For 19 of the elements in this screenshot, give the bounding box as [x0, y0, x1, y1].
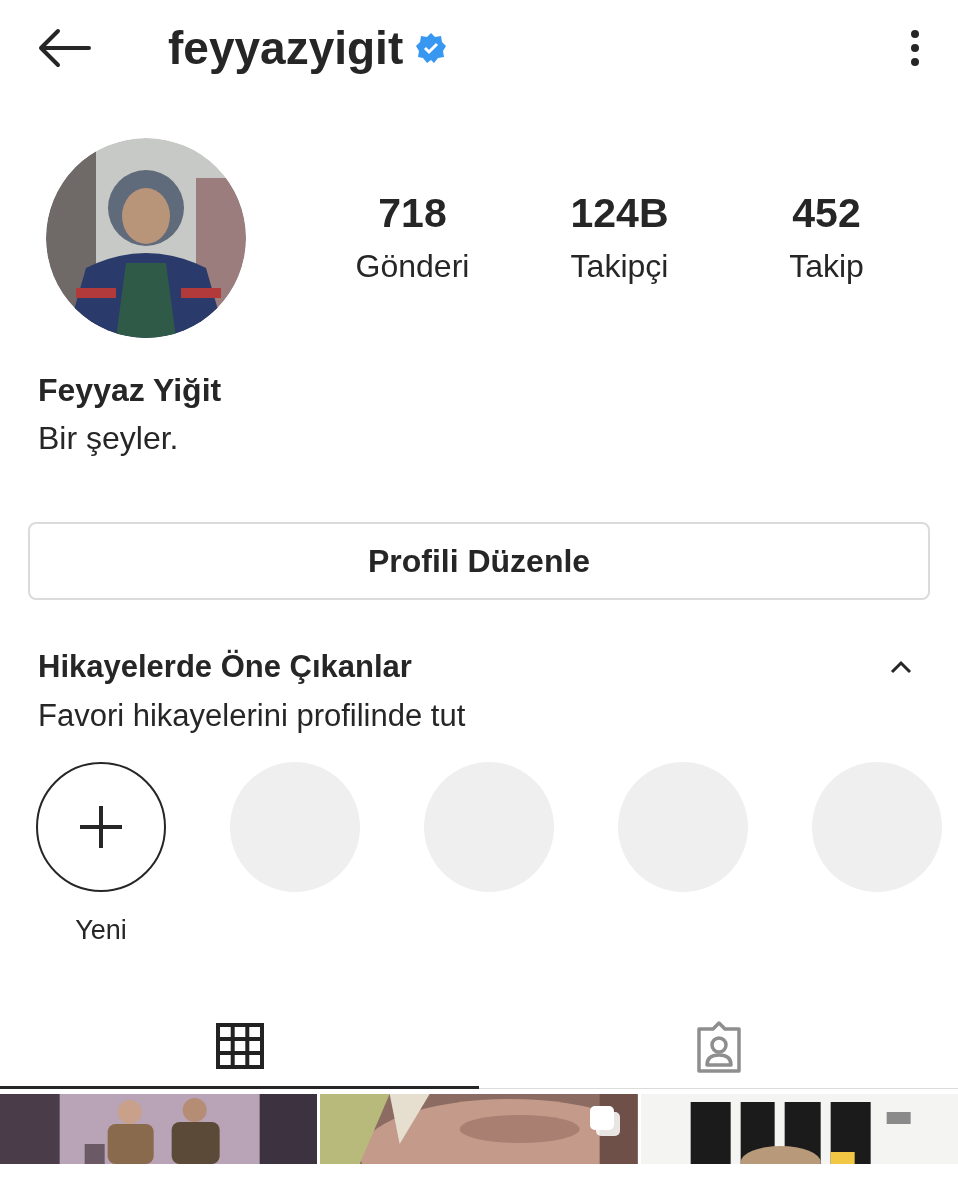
- more-options-icon[interactable]: [910, 28, 920, 67]
- profile-bio: Bir şeyler.: [38, 419, 179, 458]
- highlights-title: Hikayelerde Öne Çıkanlar: [38, 648, 412, 686]
- plus-icon: [78, 804, 124, 850]
- new-highlight-button[interactable]: [36, 762, 166, 892]
- edit-profile-button[interactable]: Profili Düzenle: [28, 522, 930, 600]
- grid-icon: [215, 1023, 264, 1069]
- stat-label: Takip: [789, 247, 864, 286]
- multiple-posts-icon: [587, 1104, 622, 1138]
- highlight-label: Yeni: [75, 914, 127, 947]
- profile-name: Feyyaz Yiğit: [38, 371, 222, 410]
- back-arrow-icon[interactable]: [38, 27, 92, 68]
- stat-count: 452: [792, 189, 861, 238]
- highlights-subtitle: Favori hikayelerini profilinde tut: [38, 697, 466, 735]
- stat-label: Gönderi: [355, 247, 470, 286]
- stat-count: 124B: [570, 189, 669, 238]
- stat-label: Takipçi: [570, 247, 669, 286]
- stat-count: 718: [378, 189, 447, 238]
- caret-icon[interactable]: [890, 660, 912, 674]
